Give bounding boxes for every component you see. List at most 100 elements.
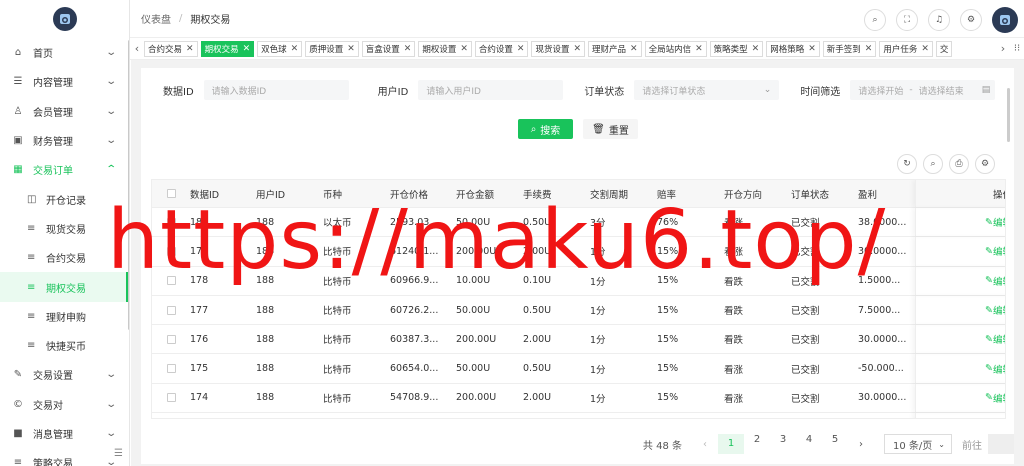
tab-10[interactable]: 全局站内信 ✕ [644,40,707,57]
sidebar-item[interactable]: © 交易对 ⌄ [0,390,129,419]
sidebar-item[interactable]: ✎ 交易设置 ⌄ [0,360,129,389]
select-all-checkbox[interactable] [166,189,176,198]
goto-page-input[interactable] [988,434,1014,454]
page-1-button[interactable]: 1 [718,434,744,454]
edit-button[interactable]: ✎编辑 [915,237,1005,266]
sidebar-scrollbar[interactable] [128,40,129,330]
tabs-menu-icon[interactable]: ⁝⁝ [1010,43,1024,54]
sidebar-subitem[interactable]: ≡ 理财申购 [0,302,129,331]
tab-13[interactable]: 新手签到 ✕ [822,40,877,57]
close-icon[interactable]: ✕ [630,44,638,54]
header: 仪表盘 / 期权交易 ⌕ ⛶ ♫ ⚙ [130,0,1024,38]
page-size-select[interactable]: 10 条/页 ⌄ [884,434,952,454]
next-page-icon[interactable]: › [848,439,874,450]
avatar[interactable] [992,7,1018,33]
close-icon[interactable]: ✕ [347,44,355,54]
close-icon[interactable]: ✕ [921,44,929,54]
row-checkbox[interactable] [166,334,176,344]
tab-15[interactable]: 交 [935,40,953,57]
collapse-menu-icon[interactable]: ☰ [114,448,123,459]
tab-2[interactable]: 期权交易 ✕ [200,40,255,57]
time-range-picker[interactable]: 请选择开始 - 请选择结束 ▤ [850,80,996,100]
search-icon[interactable]: ⌕ [923,154,943,174]
close-icon[interactable]: ✕ [865,44,873,54]
sidebar-subitem[interactable]: ◫ 开仓记录 [0,184,129,213]
edit-button[interactable]: ✎编辑 [915,413,1005,418]
edit-button[interactable]: ✎编辑 [915,208,1005,237]
search-icon: ⌕ [530,123,537,135]
prev-page-icon[interactable]: ‹ [692,439,718,450]
tab-12[interactable]: 网格策略 ✕ [766,40,820,57]
row-checkbox[interactable] [166,305,176,315]
edit-icon: ✎ [985,392,993,404]
close-icon[interactable]: ✕ [460,44,468,54]
tabs-prev-icon[interactable]: ‹ [130,42,144,55]
page-4-button[interactable]: 4 [796,434,822,454]
row-checkbox[interactable] [166,217,176,227]
order-status-select[interactable]: 请选择订单状态 ⌄ [634,80,780,100]
fullscreen-icon[interactable]: ⛶ [896,9,918,31]
close-icon[interactable]: ✕ [243,44,251,54]
sidebar-item[interactable]: ▣ 财务管理 ⌄ [0,126,129,155]
tab-4[interactable]: 质押设置 ✕ [305,40,359,57]
reset-button[interactable]: 🗑︎ 重置 [583,119,638,139]
close-icon[interactable]: ✕ [186,44,194,54]
bell-icon[interactable]: ♫ [928,9,950,31]
logo[interactable] [0,0,129,38]
close-icon[interactable]: ✕ [752,44,760,54]
edit-button[interactable]: ✎编辑 [915,266,1005,295]
sidebar-item[interactable]: ■ 消息管理 ⌄ [0,419,129,448]
settings-icon[interactable]: ⚙ [975,154,995,174]
data-id-input[interactable]: 请输入数据ID [203,80,349,100]
edit-button[interactable]: ✎编辑 [915,383,1005,413]
tab-label: 策略类型 [713,44,748,55]
row-checkbox[interactable] [166,364,176,374]
tab-5[interactable]: 盲盒设置 ✕ [361,40,416,57]
sidebar-item[interactable]: ⌂ 首页 ⌄ [0,38,129,67]
tab-6[interactable]: 期权设置 ✕ [418,40,472,57]
tab-14[interactable]: 用户任务 ✕ [879,40,933,57]
print-icon[interactable]: ⎙ [949,154,969,174]
row-checkbox[interactable] [166,276,176,286]
sidebar-subitem[interactable]: ≡ 期权交易 [0,272,129,302]
close-icon[interactable]: ✕ [808,44,816,54]
sidebar-item[interactable]: ♙ 会员管理 ⌄ [0,97,129,126]
page-2-button[interactable]: 2 [744,434,770,454]
sidebar-item[interactable]: ☰ 内容管理 ⌄ [0,67,129,96]
row-checkbox[interactable] [166,393,176,403]
close-icon[interactable]: ✕ [517,44,525,54]
time-end-input[interactable]: 请选择结束 [919,84,964,97]
edit-button[interactable]: ✎编辑 [915,295,1005,325]
content-scrollbar[interactable] [1007,88,1010,142]
close-icon[interactable]: ✕ [573,44,581,54]
table-cell: 7.5000... [858,304,901,316]
time-start-input[interactable]: 请选择开始 [858,84,903,97]
refresh-icon[interactable]: ↻ [897,154,917,174]
breadcrumb-home[interactable]: 仪表盘 [141,11,171,26]
tab-3[interactable]: 双色球 ✕ [257,40,303,57]
search-icon[interactable]: ⌕ [864,9,886,31]
tabs-list: 合约交易 ✕ 期权交易 ✕ 双色球 ✕ 质押设置 ✕ 盲盒设置 ✕ 期权设置 ✕ 合约设置 ✕ 现货设置 ✕ 理… [144,38,996,60]
edit-button[interactable]: ✎编辑 [915,325,1005,354]
tab-9[interactable]: 理财产品 ✕ [588,40,642,57]
sidebar-item[interactable]: ▦ 交易订单 ⌃ [0,155,129,184]
sidebar-subitem[interactable]: ≡ 现货交易 [0,214,129,243]
tab-8[interactable]: 现货设置 ✕ [531,40,585,57]
sidebar-subitem[interactable]: ≡ 合约交易 [0,243,129,272]
tab-11[interactable]: 策略类型 ✕ [709,40,764,57]
user-id-input[interactable]: 请输入用户ID [418,80,564,100]
settings-icon[interactable]: ⚙ [960,9,982,31]
close-icon[interactable]: ✕ [291,44,299,54]
sidebar-item[interactable]: ≡ 策略交易 ⌄ [0,448,129,466]
tab-7[interactable]: 合约设置 ✕ [474,40,529,57]
close-icon[interactable]: ✕ [404,44,412,54]
search-button[interactable]: ⌕ 搜索 [518,119,573,139]
tab-1[interactable]: 合约交易 ✕ [144,40,198,57]
row-checkbox[interactable] [166,246,176,256]
sidebar-subitem[interactable]: ≡ 快捷买币 [0,331,129,360]
close-icon[interactable]: ✕ [695,44,703,54]
edit-button[interactable]: ✎编辑 [915,354,1005,383]
page-3-button[interactable]: 3 [770,434,796,454]
page-5-button[interactable]: 5 [822,434,848,454]
tabs-next-icon[interactable]: › [996,42,1010,55]
